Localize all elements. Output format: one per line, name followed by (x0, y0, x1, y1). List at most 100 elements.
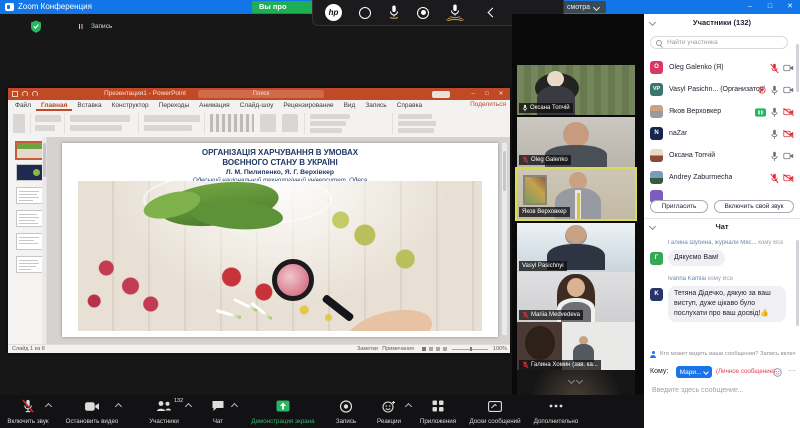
chevron-up-icon[interactable] (230, 402, 239, 411)
chat-button[interactable]: Чат (196, 395, 240, 428)
video-tile[interactable]: Оксана Топчій (517, 65, 635, 115)
chevron-left-icon[interactable] (487, 7, 498, 18)
tab-home[interactable]: Главная (36, 100, 72, 111)
slide-thumbnail-1[interactable] (15, 141, 45, 160)
tab-design[interactable]: Конструктор (107, 100, 154, 111)
normal-view-icon[interactable] (422, 347, 426, 351)
powerpoint-search-box[interactable]: Поиск (198, 90, 324, 98)
maximize-icon[interactable]: □ (480, 88, 494, 100)
participants-scrollbar[interactable] (796, 44, 799, 92)
tab-record[interactable]: Запись (360, 100, 391, 111)
apps-button[interactable]: Приложения (414, 395, 462, 428)
video-tile-active-speaker[interactable]: Яков Верховкер (515, 167, 637, 221)
slide-thumbnail-3[interactable] (16, 187, 44, 204)
sorter-view-icon[interactable] (429, 347, 433, 351)
participant-search-input[interactable] (650, 36, 788, 49)
camera-off-icon (783, 108, 794, 116)
reactions-button[interactable]: Реакции (366, 395, 413, 428)
participant-row[interactable]: Яков Верховкер (644, 102, 800, 122)
slide-thumbnail-4[interactable] (16, 210, 44, 227)
video-tile[interactable]: Mariia Medvedeva (517, 272, 635, 322)
video-tile-partial[interactable] (517, 370, 635, 395)
video-tile[interactable]: Галина Хомин (зав. ка... (517, 322, 635, 372)
minimize-icon[interactable]: – (466, 88, 480, 100)
unmute-button[interactable]: Включить звук (0, 395, 56, 428)
video-tile[interactable]: Oleg Galenko (517, 117, 635, 167)
arrange-button[interactable] (260, 114, 276, 132)
maximize-icon[interactable]: □ (760, 0, 780, 14)
emoji-picker-icon[interactable] (773, 368, 782, 377)
chevron-up-icon[interactable] (114, 402, 123, 411)
quick-access-toolbar[interactable] (12, 91, 38, 97)
find-button[interactable] (398, 114, 432, 119)
close-icon[interactable]: ✕ (494, 88, 508, 100)
microphone-icon[interactable] (388, 5, 400, 20)
chat-recipient-dropdown[interactable]: Мари... (676, 366, 712, 378)
mic-muted-icon (770, 63, 779, 73)
reading-view-icon[interactable] (436, 347, 440, 351)
mic-icon (771, 129, 778, 139)
slide-scrollbar[interactable] (502, 143, 507, 335)
slide-thumbnail-2[interactable] (16, 164, 44, 181)
participant-row[interactable]: O Oleg Galenko (Я) (644, 58, 800, 78)
thumbnail-scrollbar[interactable] (42, 137, 46, 345)
record-circle-icon[interactable] (417, 6, 429, 19)
replace-button[interactable] (398, 121, 436, 126)
tab-file[interactable]: Файл (10, 100, 36, 111)
participant-row[interactable]: N naZar (644, 124, 800, 144)
apps-icon (432, 400, 444, 412)
smiley-icon (382, 400, 395, 413)
notes-button[interactable]: Заметки (357, 346, 378, 352)
mic-muted-icon (522, 311, 529, 319)
invite-button[interactable]: Пригласить (650, 200, 708, 213)
chat-message: Тетяна Дідечко, дякую за ваш виступ, дуж… (668, 286, 786, 323)
tab-review[interactable]: Рецензирование (278, 100, 338, 111)
share-button[interactable]: Поделиться (470, 101, 506, 108)
slide-thumbnail-6[interactable] (16, 256, 44, 273)
powerpoint-statusbar: Слайд 1 из 8 Заметки Примечания 100% (8, 344, 510, 353)
chevron-up-icon[interactable] (184, 402, 193, 411)
record-button[interactable]: Запись (326, 395, 366, 428)
participant-row[interactable]: Andrey Zaburmecha (644, 168, 800, 188)
comments-button[interactable]: Примечания (382, 346, 414, 352)
slideshow-view-icon[interactable] (443, 347, 447, 351)
participant-row[interactable]: Оксана Топчій (644, 146, 800, 166)
participants-count-badge: 132 (174, 398, 184, 404)
participant-row[interactable]: VP Vasyl Pasichn... (Организатор) (644, 80, 800, 100)
video-tile[interactable]: Vasyl Pasichnyi (517, 223, 635, 273)
tab-animations[interactable]: Анимация (194, 100, 235, 111)
more-button[interactable]: Дополнительно (528, 395, 584, 428)
chat-scrollbar[interactable] (796, 240, 799, 326)
chat-bubble-icon (212, 401, 224, 411)
chevron-up-icon[interactable] (44, 402, 53, 411)
minimize-icon[interactable]: – (740, 0, 760, 14)
chat-message-input[interactable] (650, 386, 794, 395)
share-screen-button[interactable]: Демонстрация экрана (242, 395, 324, 428)
search-icon (656, 40, 662, 46)
chevron-up-icon[interactable] (404, 402, 413, 411)
meeting-toolbar: Включить звук Остановить видео 132 Участ… (0, 395, 644, 428)
slide-thumbnail-5[interactable] (16, 233, 44, 250)
security-shield-icon[interactable] (30, 20, 42, 33)
view-settings-button[interactable]: смотра (560, 1, 606, 13)
close-icon[interactable]: ✕ (780, 0, 800, 14)
chat-more-icon[interactable]: … (788, 364, 796, 373)
mic-muted-icon (522, 361, 529, 369)
tab-insert[interactable]: Вставка (72, 100, 106, 111)
ellipsis-icon (549, 404, 563, 408)
powerpoint-account-pill[interactable] (432, 90, 450, 98)
select-button[interactable] (398, 128, 434, 133)
tab-help[interactable]: Справка (392, 100, 428, 111)
shapes-gallery[interactable] (210, 114, 254, 132)
microphone-waves-icon[interactable] (446, 4, 464, 21)
tab-view[interactable]: Вид (339, 100, 361, 111)
video-name-label: Галина Хомин (зав. ка... (519, 360, 601, 370)
circle-icon[interactable] (359, 6, 371, 19)
whiteboards-button[interactable]: Доски сообщений (464, 395, 526, 428)
zoom-slider-knob[interactable] (470, 347, 472, 351)
participants-button[interactable]: 132 Участники (136, 395, 193, 428)
stop-video-button[interactable]: Остановить видео (58, 395, 126, 428)
unmute-self-button[interactable]: Включить свой звук (714, 200, 794, 213)
tab-slideshow[interactable]: Слайд-шоу (235, 100, 279, 111)
tab-transitions[interactable]: Переходы (154, 100, 195, 111)
